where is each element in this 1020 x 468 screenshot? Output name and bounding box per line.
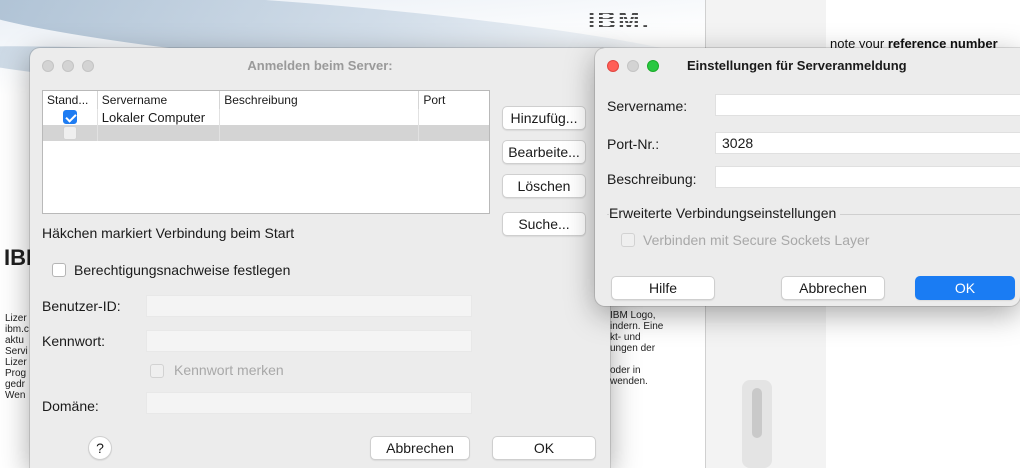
license-line: Lizer	[5, 313, 27, 324]
license-line: wenden.	[610, 376, 648, 387]
license-line: indern. Eine	[610, 321, 664, 332]
minimize-button[interactable]	[627, 60, 639, 72]
description-cell	[220, 125, 420, 141]
edit-button[interactable]: Bearbeite...	[502, 140, 586, 164]
license-text-right: IBM Logo, indern. Eine kt- und ungen der od…	[610, 310, 700, 387]
ok-button[interactable]: OK	[915, 276, 1015, 300]
license-line: aktu	[5, 335, 24, 346]
license-line: ungen der	[610, 343, 656, 354]
license-line: Prog	[5, 368, 27, 379]
port-label: Port-Nr.:	[607, 136, 660, 152]
login-dialog-title: Anmelden beim Server:	[247, 58, 393, 73]
search-button[interactable]: Suche...	[502, 212, 586, 236]
zoom-button[interactable]	[647, 60, 659, 72]
server-table[interactable]: Stand... Servername Beschreibung Port Lo…	[42, 90, 490, 214]
startup-hint: Häkchen markiert Verbindung beim Start	[42, 225, 295, 241]
port-cell	[419, 109, 489, 125]
column-header-port[interactable]: Port	[419, 91, 489, 109]
cancel-button[interactable]: Abbrechen	[781, 276, 885, 300]
license-line: oder in	[610, 365, 641, 376]
description-label: Beschreibung:	[607, 171, 697, 187]
ssl-checkbox[interactable]	[621, 233, 635, 247]
license-line: Wen	[5, 390, 26, 401]
user-id-field[interactable]	[146, 295, 472, 317]
port-field[interactable]: 3028	[715, 132, 1020, 154]
license-line: IBM Logo,	[610, 310, 656, 321]
license-line: kt- und	[610, 332, 641, 343]
ok-button[interactable]: OK	[492, 436, 596, 460]
remember-password-checkbox[interactable]	[150, 364, 164, 378]
scrollbar-thumb	[752, 388, 762, 438]
start-checkbox[interactable]	[62, 110, 77, 124]
close-button[interactable]	[607, 60, 619, 72]
servername-cell: Lokaler Computer	[98, 109, 221, 125]
column-header-description[interactable]: Beschreibung	[220, 91, 420, 109]
login-server-dialog: Anmelden beim Server: Stand... Servernam…	[30, 48, 610, 468]
description-field[interactable]	[715, 166, 1020, 188]
servername-cell	[98, 125, 221, 141]
column-header-servername[interactable]: Servername	[98, 91, 221, 109]
login-dialog-titlebar: Anmelden beim Server:	[30, 48, 610, 82]
license-line: ibm.c	[5, 324, 29, 335]
start-checkbox[interactable]	[62, 126, 77, 140]
license-line	[610, 354, 700, 365]
password-label: Kennwort:	[42, 333, 106, 349]
license-line: gedr	[5, 379, 26, 390]
password-field[interactable]	[146, 330, 472, 352]
ibm-logo: IBM.	[588, 5, 651, 35]
description-cell	[220, 109, 420, 125]
delete-button[interactable]: Löschen	[502, 174, 586, 198]
domain-label: Domäne:	[42, 398, 99, 414]
server-settings-dialog: Einstellungen für Serveranmeldung Server…	[595, 48, 1020, 306]
advanced-settings-title: Erweiterte Verbindungseinstellungen	[609, 205, 841, 221]
servername-label: Servername:	[607, 98, 688, 114]
table-header: Stand... Servername Beschreibung Port	[43, 91, 489, 109]
add-button[interactable]: Hinzufüg...	[502, 106, 586, 130]
help-button[interactable]: ?	[88, 436, 112, 460]
table-row[interactable]	[43, 125, 489, 141]
domain-field[interactable]	[146, 392, 472, 414]
port-cell	[419, 125, 489, 141]
settings-dialog-title: Einstellungen für Serveranmeldung	[687, 58, 907, 73]
servername-field[interactable]	[715, 94, 1020, 116]
cancel-button[interactable]: Abbrechen	[370, 436, 470, 460]
remember-password-label: Kennwort merken	[174, 362, 284, 378]
credentials-label: Berechtigungsnachweise festlegen	[74, 262, 291, 278]
license-line: Lizer	[5, 357, 27, 368]
license-line: Servi	[5, 346, 28, 357]
help-button[interactable]: Hilfe	[611, 276, 715, 300]
column-header-start[interactable]: Stand...	[43, 91, 98, 109]
ssl-label: Verbinden mit Secure Sockets Layer	[643, 232, 870, 248]
table-row[interactable]: Lokaler Computer	[43, 109, 489, 125]
user-id-label: Benutzer-ID:	[42, 298, 121, 314]
license-text-left: Lizer ibm.c aktu Servi Lizer Prog gedr Wen	[5, 313, 33, 401]
background-scrollbar	[742, 380, 772, 468]
credentials-checkbox[interactable]	[52, 263, 66, 277]
settings-dialog-titlebar: Einstellungen für Serveranmeldung	[595, 48, 1020, 82]
